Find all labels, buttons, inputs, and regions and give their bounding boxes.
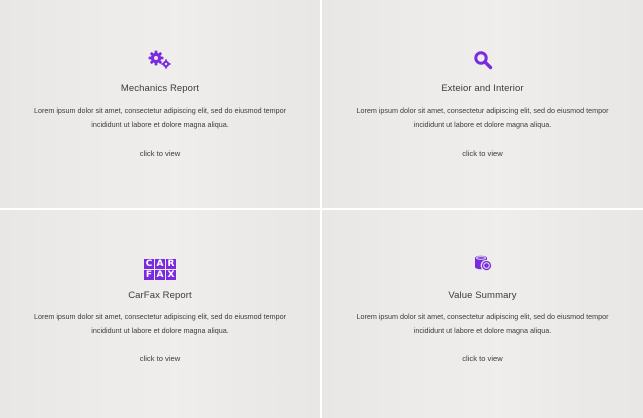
carfax-logo-letter: F [144, 270, 154, 280]
carfax-logo-letter: R [166, 259, 176, 269]
card-carfax-report[interactable]: C A R F A X CarFax Report Lorem ipsum do… [0, 210, 320, 418]
click-to-view-link[interactable]: click to view [0, 149, 320, 158]
card-description-line: Lorem ipsum dolor sit amet, consectetur … [33, 312, 287, 321]
carfax-logo-letter: C [144, 259, 154, 269]
card-description-line: incididunt ut labore et dolore magna ali… [91, 120, 229, 129]
report-cards-grid: Mechanics Report Lorem ipsum dolor sit a… [0, 0, 643, 418]
card-description-line: Lorem ipsum dolor sit amet, consectetur … [33, 106, 287, 115]
card-title: Mechanics Report [120, 83, 200, 94]
click-to-view-link[interactable]: click to view [0, 354, 320, 363]
card-description: Lorem ipsum dolor sit amet, consectetur … [322, 104, 643, 132]
card-description-line: incididunt ut labore et dolore magna ali… [91, 326, 229, 335]
card-title: Value Summary [448, 290, 517, 301]
card-mechanics-report[interactable]: Mechanics Report Lorem ipsum dolor sit a… [0, 0, 320, 208]
card-description-line: incididunt ut labore et dolore magna ali… [413, 326, 552, 335]
carfax-logo-letter: X [166, 270, 176, 280]
search-icon [322, 50, 643, 70]
coins-icon [322, 253, 643, 273]
card-value-summary[interactable]: Value Summary Lorem ipsum dolor sit amet… [322, 210, 643, 418]
card-description-line: incididunt ut labore et dolore magna ali… [413, 120, 552, 129]
card-description-line: Lorem ipsum dolor sit amet, consectetur … [356, 312, 609, 321]
carfax-logo-letter: A [155, 259, 165, 269]
card-description: Lorem ipsum dolor sit amet, consectetur … [0, 104, 320, 132]
click-to-view-link[interactable]: click to view [322, 354, 643, 363]
card-title: Exteior and Interior [441, 83, 524, 94]
card-exterior-interior[interactable]: Exteior and Interior Lorem ipsum dolor s… [322, 0, 643, 208]
card-description-line: Lorem ipsum dolor sit amet, consectetur … [356, 106, 609, 115]
carfax-logo-icon: C A R F A X [0, 253, 320, 280]
card-description: Lorem ipsum dolor sit amet, consectetur … [322, 310, 643, 338]
gears-icon [0, 50, 320, 70]
card-title: CarFax Report [128, 290, 192, 301]
click-to-view-link[interactable]: click to view [322, 149, 643, 158]
card-description: Lorem ipsum dolor sit amet, consectetur … [0, 310, 320, 338]
carfax-logo-letter: A [155, 270, 165, 280]
